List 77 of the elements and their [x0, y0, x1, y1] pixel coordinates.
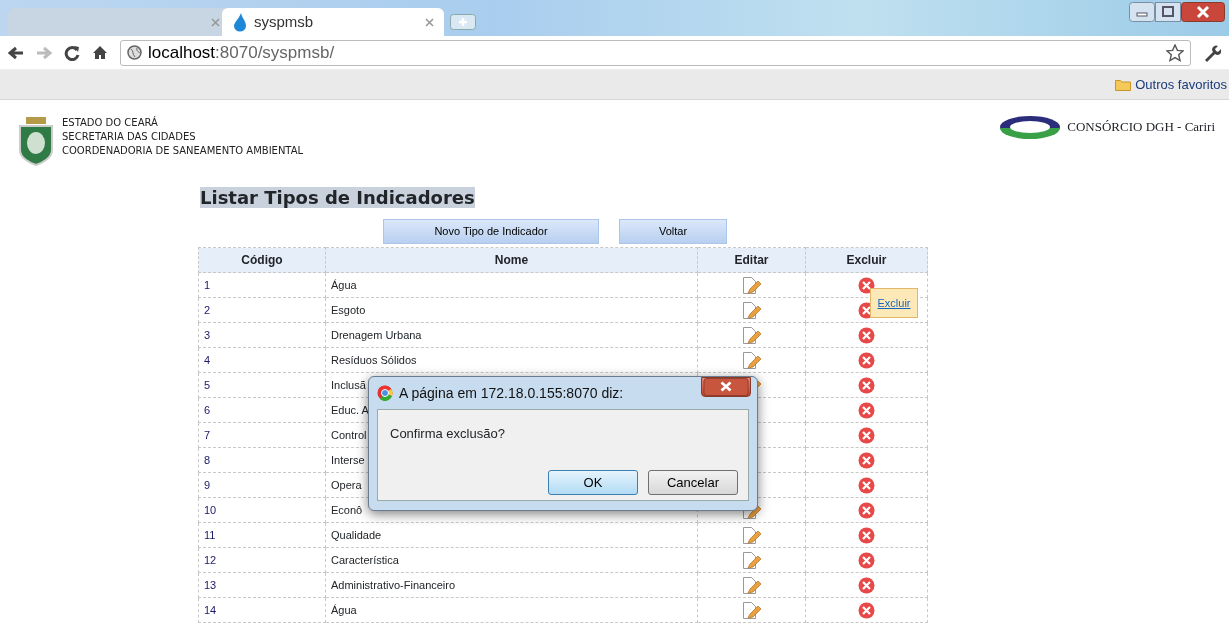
delete-icon[interactable] — [858, 601, 875, 619]
dialog-button[interactable]: Cancelar — [648, 470, 738, 495]
delete-icon[interactable] — [858, 476, 875, 494]
table-cell: 8 — [198, 447, 326, 473]
table-cell: Água — [325, 597, 698, 623]
page-title: Listar Tipos de Indicadores — [200, 187, 475, 208]
dialog-message: Confirma exclusão? — [390, 425, 506, 443]
column-header: Editar — [697, 247, 806, 273]
column-header: Excluir — [805, 247, 928, 273]
delete-icon[interactable] — [858, 576, 875, 594]
column-header: Código — [198, 247, 326, 273]
table-cell: 12 — [198, 547, 326, 573]
close-icon[interactable] — [1181, 2, 1225, 22]
edit-icon[interactable] — [741, 600, 762, 620]
maximize-icon[interactable] — [1155, 2, 1181, 22]
table-cell: 3 — [198, 322, 326, 348]
table-cell: 10 — [198, 497, 326, 523]
table-cell: 6 — [198, 397, 326, 423]
edit-icon[interactable] — [741, 300, 762, 320]
table-cell: Drenagem Urbana — [325, 322, 698, 348]
table-cell: 11 — [198, 522, 326, 548]
water-drop-icon — [232, 12, 246, 32]
delete-icon[interactable] — [858, 426, 875, 444]
delete-icon[interactable] — [858, 376, 875, 394]
delete-icon[interactable] — [858, 351, 875, 369]
column-header: Nome — [325, 247, 698, 273]
partner-name: CONSÓRCIO DGH - Cariri — [1067, 118, 1215, 137]
delete-icon[interactable] — [858, 451, 875, 469]
dialog-button[interactable]: OK — [548, 470, 638, 495]
org-name-line: COORDENADORIA DE SANEAMENTO AMBIENTAL — [62, 144, 304, 158]
delete-icon[interactable] — [858, 551, 875, 569]
wrench-icon[interactable] — [1203, 43, 1221, 62]
consortium-logo — [999, 115, 1062, 139]
table-cell: Resíduos Sólidos — [325, 347, 698, 373]
delete-icon[interactable] — [858, 501, 875, 519]
org-name-line: SECRETARIA DAS CIDADES — [62, 130, 197, 144]
edit-icon[interactable] — [741, 550, 762, 570]
close-icon[interactable] — [701, 377, 751, 397]
browser-tab[interactable]: syspmsb — [222, 8, 444, 36]
coat-of-arms-icon — [18, 116, 54, 166]
edit-icon[interactable] — [741, 525, 762, 545]
folder-icon — [1115, 78, 1132, 91]
globe-icon — [127, 45, 142, 60]
edit-icon[interactable] — [741, 325, 762, 345]
table-cell: 4 — [198, 347, 326, 373]
table-cell: Água — [325, 272, 698, 298]
org-name-line: ESTADO DO CEARÁ — [62, 116, 159, 130]
delete-icon[interactable] — [858, 276, 875, 294]
browser-logo-icon — [377, 385, 393, 401]
back-arrow-icon[interactable] — [8, 45, 24, 60]
delete-icon[interactable] — [858, 326, 875, 344]
table-cell: Esgoto — [325, 297, 698, 323]
minimize-icon[interactable] — [1129, 2, 1155, 22]
edit-icon[interactable] — [741, 350, 762, 370]
table-cell: Administrativo-Financeiro — [325, 572, 698, 598]
tooltip-link[interactable]: Excluir — [877, 294, 911, 312]
home-icon[interactable] — [92, 45, 108, 60]
new-tab-icon[interactable] — [450, 14, 476, 30]
address-bar[interactable]: localhost:8070/syspmsb/ — [120, 39, 1191, 66]
reload-icon[interactable] — [64, 44, 80, 61]
table-cell: 9 — [198, 472, 326, 498]
table-cell: 14 — [198, 597, 326, 623]
table-cell: Qualidade — [325, 522, 698, 548]
table-cell: Característica — [325, 547, 698, 573]
table-cell: 5 — [198, 372, 326, 398]
table-cell: 2 — [198, 297, 326, 323]
action-button[interactable]: Voltar — [619, 219, 727, 244]
table-cell: 1 — [198, 272, 326, 298]
delete-icon[interactable] — [858, 401, 875, 419]
action-button[interactable]: Novo Tipo de Indicador — [383, 219, 599, 244]
delete-icon[interactable] — [858, 526, 875, 544]
edit-icon[interactable] — [741, 275, 762, 295]
bookmark-star-icon[interactable] — [1166, 43, 1184, 62]
edit-icon[interactable] — [741, 575, 762, 595]
table-cell: 13 — [198, 572, 326, 598]
table-cell: 7 — [198, 422, 326, 448]
bookmark-folder[interactable]: Outros favoritos — [1115, 74, 1227, 95]
